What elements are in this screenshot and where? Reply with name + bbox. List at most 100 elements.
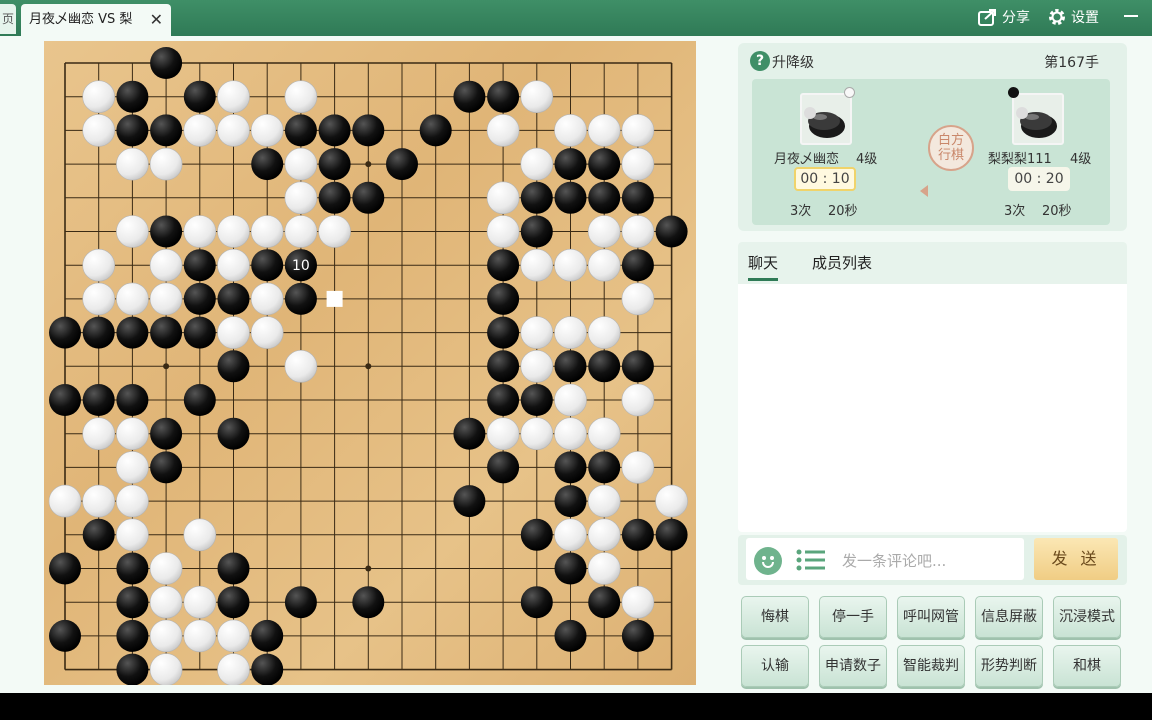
send-button[interactable]: 发 送 — [1034, 538, 1118, 580]
black-stone — [655, 518, 688, 551]
black-stone — [251, 148, 284, 181]
white-stone — [116, 484, 149, 518]
board-canvas[interactable]: 10 — [44, 41, 696, 685]
black-stone — [487, 451, 520, 484]
black-stone — [487, 316, 520, 349]
black-stone — [419, 114, 452, 147]
black-stone — [520, 586, 553, 619]
close-icon[interactable]: ✕ — [150, 4, 163, 36]
black-stone-indicator — [1008, 87, 1019, 98]
black-stone — [621, 249, 654, 282]
white-stone — [250, 215, 284, 248]
black-stone — [520, 215, 553, 248]
help-icon[interactable]: ? — [750, 51, 770, 71]
emoji-icon[interactable] — [754, 547, 782, 575]
black-stone — [49, 619, 81, 652]
turn-label-1: 白方 — [937, 133, 964, 148]
black-stone — [183, 316, 216, 349]
black-stone — [217, 417, 250, 450]
white-stone — [486, 417, 520, 451]
white-stone — [284, 215, 318, 248]
block-info-button[interactable]: 信息屏蔽 — [975, 596, 1043, 638]
white-stone — [149, 653, 183, 685]
white-stone — [587, 484, 621, 518]
share-icon — [978, 9, 996, 26]
request-count-button[interactable]: 申请数子 — [819, 645, 887, 687]
white-stone — [554, 383, 587, 417]
white-stone — [217, 248, 250, 282]
white-stone — [520, 147, 554, 181]
black-stone — [655, 215, 688, 248]
black-stone — [487, 282, 520, 315]
tab-chat[interactable]: 聊天 — [748, 252, 779, 281]
player2-byoyomi-time: 20秒 — [1042, 204, 1072, 219]
white-stone — [587, 552, 621, 585]
player1-byoyomi-time: 20秒 — [828, 204, 858, 219]
black-stone — [116, 80, 149, 113]
black-stone — [520, 384, 553, 416]
list-icon[interactable] — [796, 549, 826, 571]
white-stone — [520, 248, 554, 282]
pass-button[interactable]: 停一手 — [819, 596, 887, 638]
player2-avatar[interactable] — [1012, 93, 1064, 145]
go-board[interactable]: 10 — [44, 41, 696, 685]
black-stone — [588, 451, 621, 484]
white-stone — [284, 181, 318, 215]
player1-avatar[interactable] — [800, 93, 852, 145]
settings-label: 设置 — [1071, 10, 1099, 26]
position-analysis-button[interactable]: 形势判断 — [975, 645, 1043, 687]
black-stone — [150, 47, 183, 79]
share-button[interactable]: 分享 — [978, 6, 1030, 28]
white-stone — [520, 417, 554, 451]
call-admin-button[interactable]: 呼叫网管 — [897, 596, 965, 638]
white-stone — [217, 316, 250, 349]
resign-button[interactable]: 认输 — [741, 645, 809, 687]
chat-panel: 聊天 成员列表 — [738, 242, 1127, 532]
white-stone — [587, 417, 621, 451]
settings-button[interactable]: 设置 — [1047, 6, 1099, 28]
undo-button[interactable]: 悔棋 — [741, 596, 809, 638]
black-stone — [554, 619, 587, 652]
white-stone — [217, 619, 250, 653]
white-stone — [554, 518, 587, 552]
tab-members[interactable]: 成员列表 — [812, 252, 872, 273]
black-stone — [150, 451, 183, 484]
white-stone — [486, 181, 520, 215]
draw-button[interactable]: 和棋 — [1053, 645, 1121, 687]
black-stone — [217, 552, 250, 585]
immersive-mode-button[interactable]: 沉浸模式 — [1053, 596, 1121, 638]
black-stone — [49, 316, 81, 349]
white-stone — [587, 316, 621, 349]
comment-input-box[interactable]: 发一条评论吧... — [746, 538, 1024, 580]
white-stone — [116, 282, 149, 316]
white-stone — [621, 147, 655, 181]
tab-previous[interactable]: 页 — [0, 4, 16, 34]
tab-active-game[interactable]: 月夜乄幽恋 VS 梨 ✕ — [21, 4, 171, 36]
white-stone — [116, 417, 149, 451]
black-stone — [116, 114, 149, 147]
black-stone — [82, 518, 115, 551]
minimize-icon[interactable] — [1124, 15, 1138, 17]
black-stone — [150, 316, 183, 349]
white-stone — [250, 316, 284, 349]
black-stone — [453, 485, 486, 518]
white-stone — [82, 282, 116, 316]
black-stone — [116, 619, 149, 652]
white-stone — [621, 383, 655, 417]
black-stone — [554, 148, 587, 181]
white-stone — [520, 316, 554, 349]
ai-judge-button[interactable]: 智能裁判 — [897, 645, 965, 687]
white-stone — [520, 80, 554, 114]
star-point — [365, 161, 372, 168]
turn-arrow-icon — [920, 185, 928, 197]
black-stone — [554, 451, 587, 484]
black-stone — [183, 80, 216, 113]
white-stone — [183, 215, 217, 248]
white-stone — [149, 248, 183, 282]
black-stone — [116, 653, 149, 685]
comment-placeholder: 发一条评论吧... — [842, 552, 947, 570]
black-stone — [116, 552, 149, 585]
white-stone — [183, 114, 217, 147]
black-stone — [217, 282, 250, 315]
black-stone — [453, 417, 486, 450]
